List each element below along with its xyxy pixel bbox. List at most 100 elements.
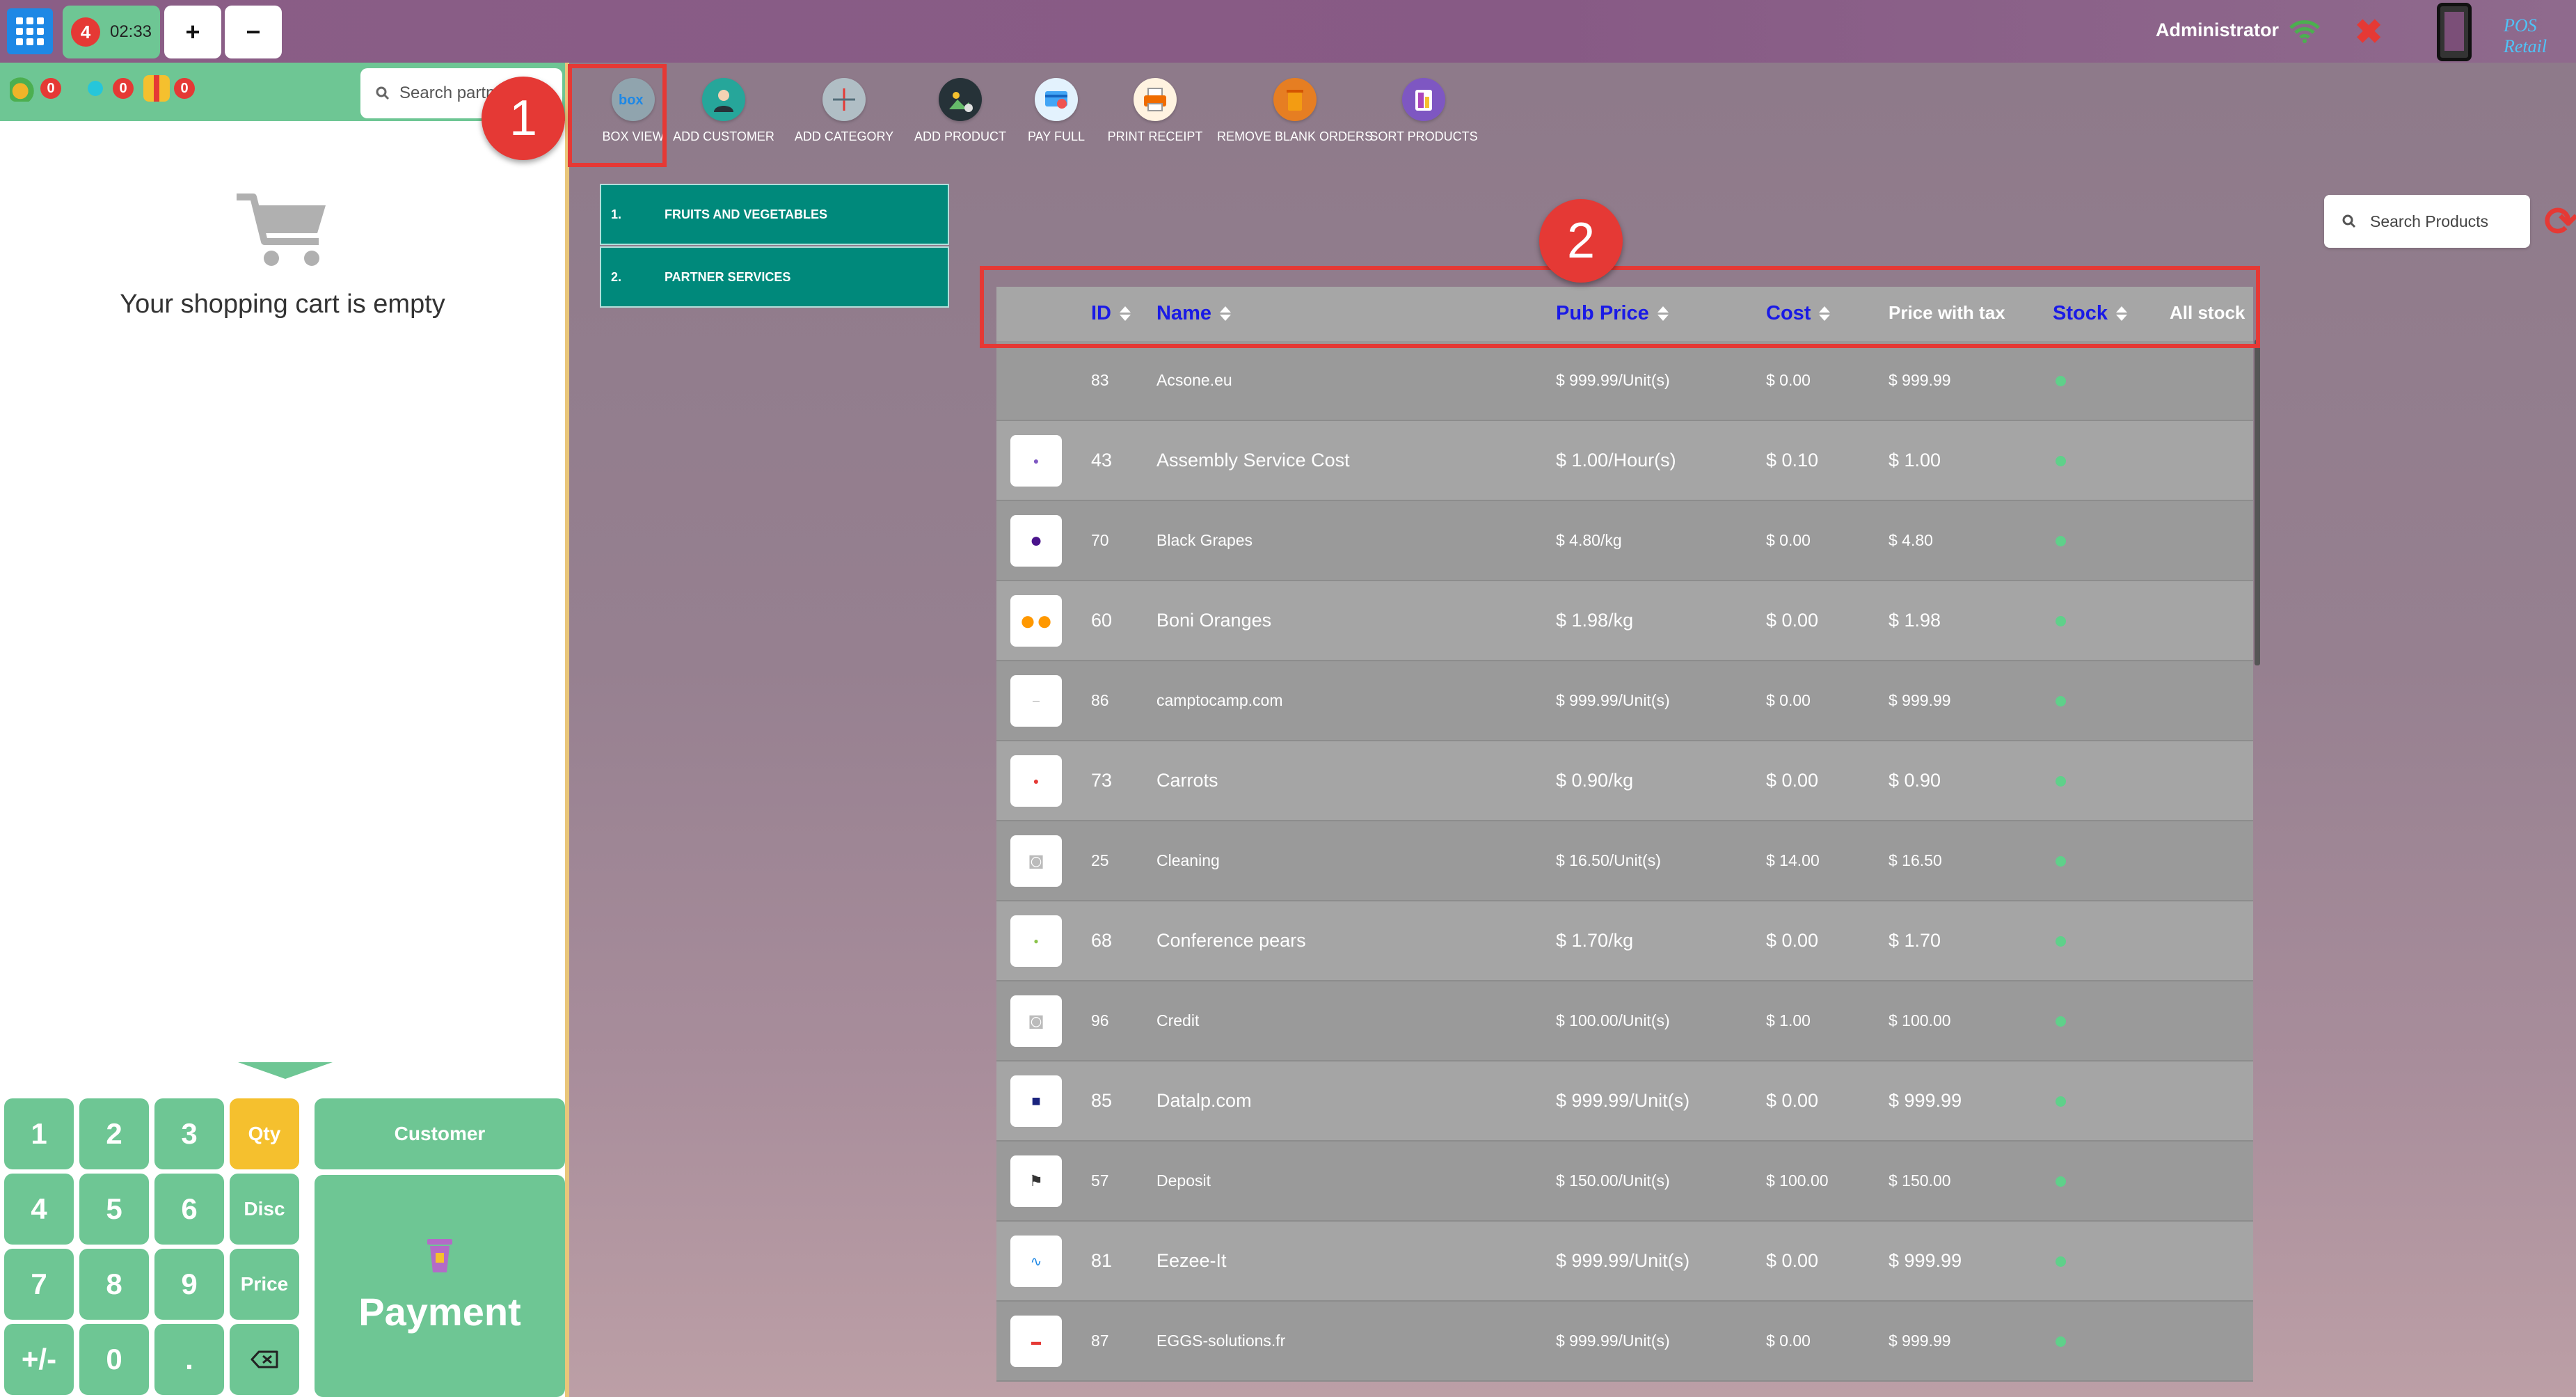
product-thumbnail: ● — [1010, 435, 1062, 487]
cell-name: Assembly Service Cost — [1156, 450, 1350, 471]
add-category-button[interactable]: ADD CATEGORY — [788, 78, 900, 144]
cell-name: Eezee-It — [1156, 1250, 1227, 1271]
grid-icon — [16, 17, 44, 45]
add-category-label: ADD CATEGORY — [794, 129, 894, 143]
table-row[interactable]: 83 Acsone.eu $ 999.99/Unit(s) $ 0.00 $ 999.9… — [996, 341, 2253, 421]
cell-pub-price: $ 1.98/kg — [1556, 610, 1634, 631]
numpad-key-dot[interactable]: . — [154, 1324, 224, 1395]
order-tab[interactable]: 4 02:33 — [63, 6, 160, 58]
cell-name: Carrots — [1156, 770, 1218, 791]
cell-pub-price: $ 4.80/kg — [1556, 531, 1622, 549]
table-row[interactable]: ⚑ 57 Deposit $ 150.00/Unit(s) $ 100.00 $ 150.… — [996, 1142, 2253, 1222]
category-partner-services[interactable]: 2. PARTNER SERVICES — [600, 246, 949, 308]
cell-id: 86 — [1091, 691, 1109, 709]
mode-qty-button[interactable]: Qty — [230, 1098, 299, 1169]
table-row[interactable]: ◙ 25 Cleaning $ 16.50/Unit(s) $ 14.00 $ 16.50 — [996, 821, 2253, 901]
category-index: 2. — [611, 269, 622, 284]
add-customer-button[interactable]: ADD CUSTOMER — [668, 78, 779, 144]
empty-cart: Your shopping cart is empty — [0, 191, 565, 319]
payment-button[interactable]: Payment — [315, 1175, 565, 1397]
cell-cost: $ 0.00 — [1766, 930, 1819, 951]
mode-disc-button[interactable]: Disc — [230, 1174, 299, 1245]
numpad-key-0[interactable]: 0 — [79, 1324, 149, 1395]
cell-pub-price: $ 1.00/Hour(s) — [1556, 450, 1676, 471]
remove-blank-orders-button[interactable]: REMOVE BLANK ORDERS — [1217, 78, 1373, 144]
cell-price-with-tax: $ 0.90 — [1889, 770, 1941, 791]
table-row[interactable]: ◙ 96 Credit $ 100.00/Unit(s) $ 1.00 $ 100.00 — [996, 981, 2253, 1061]
table-scrollbar[interactable] — [2255, 340, 2260, 665]
numpad-key-7[interactable]: 7 — [4, 1249, 74, 1320]
numpad-key-2[interactable]: 2 — [79, 1098, 149, 1169]
numpad-key-1[interactable]: 1 — [4, 1098, 74, 1169]
product-search-input[interactable] — [2370, 212, 2523, 231]
add-product-button[interactable]: ADD PRODUCT — [905, 78, 1016, 144]
pay-full-icon — [1035, 78, 1078, 121]
pay-full-button[interactable]: PAY FULL — [1001, 78, 1112, 144]
payment-label: Payment — [358, 1290, 521, 1334]
table-row[interactable]: ● 43 Assembly Service Cost $ 1.00/Hour(s) $ … — [996, 421, 2253, 501]
numpad-key-5[interactable]: 5 — [79, 1174, 149, 1245]
product-thumbnail: ● — [1010, 915, 1062, 967]
numpad-key-6[interactable]: 6 — [154, 1174, 224, 1245]
customer-button[interactable]: Customer — [315, 1098, 565, 1169]
table-row[interactable]: — 86 camptocamp.com $ 999.99/Unit(s) $ 0.00 $… — [996, 661, 2253, 741]
user-name[interactable]: Administrator — [2156, 19, 2279, 41]
close-icon[interactable]: ✖ — [2355, 13, 2383, 52]
category-name: FRUITS AND VEGETABLES — [665, 207, 828, 221]
sort-icon — [1402, 78, 1445, 121]
cell-id: 96 — [1091, 1011, 1109, 1029]
sort-products-button[interactable]: SORT PRODUCTS — [1368, 78, 1479, 144]
table-row[interactable]: ● 73 Carrots $ 0.90/kg $ 0.00 $ 0.90 — [996, 741, 2253, 821]
collapse-arrow-icon[interactable] — [238, 1062, 333, 1079]
cell-price-with-tax: $ 1.98 — [1889, 610, 1941, 631]
mobile-device-icon[interactable] — [2437, 3, 2472, 61]
print-receipt-button[interactable]: PRINT RECEIPT — [1099, 78, 1211, 144]
stock-status-dot — [2056, 1256, 2066, 1267]
highlight-table-header — [980, 266, 2260, 348]
cell-id: 70 — [1091, 531, 1109, 549]
apps-menu-button[interactable] — [7, 8, 53, 54]
cell-price-with-tax: $ 1.70 — [1889, 930, 1941, 951]
cell-pub-price: $ 999.99/Unit(s) — [1556, 691, 1670, 709]
cell-pub-price: $ 0.90/kg — [1556, 770, 1634, 791]
refresh-icon[interactable]: ⟳ — [2544, 198, 2576, 245]
cell-cost: $ 0.00 — [1766, 610, 1819, 631]
category-index: 1. — [611, 207, 622, 221]
top-bar: 4 02:33 + − Administrator ✖ POS Retail — [0, 0, 2576, 63]
cell-id: 85 — [1091, 1090, 1113, 1111]
numpad-key-4[interactable]: 4 — [4, 1174, 74, 1245]
loyalty-stat[interactable]: 0 — [10, 75, 61, 102]
cell-cost: $ 0.00 — [1766, 1332, 1811, 1350]
backspace-button[interactable] — [230, 1324, 299, 1395]
table-row[interactable]: ∿ 81 Eezee-It $ 999.99/Unit(s) $ 0.00 $ 999.9… — [996, 1222, 2253, 1302]
product-thumbnail: — — [1010, 675, 1062, 727]
remove-order-button[interactable]: − — [225, 6, 282, 58]
stock-status-dot — [2056, 696, 2066, 707]
numpad-key-plusminus[interactable]: +/- — [4, 1324, 74, 1395]
category-name: PARTNER SERVICES — [665, 269, 791, 284]
numpad-key-9[interactable]: 9 — [154, 1249, 224, 1320]
table-row[interactable]: ● 70 Black Grapes $ 4.80/kg $ 0.00 $ 4.80 — [996, 501, 2253, 581]
left-panel-header: 0 0 0 — [0, 63, 565, 121]
cell-cost: $ 1.00 — [1766, 1011, 1811, 1029]
mode-price-button[interactable]: Price — [230, 1249, 299, 1320]
add-order-button[interactable]: + — [164, 6, 221, 58]
add-product-label: ADD PRODUCT — [914, 129, 1006, 143]
gift-stat[interactable]: 0 — [143, 75, 195, 102]
cell-name: Acsone.eu — [1156, 371, 1232, 389]
table-row[interactable]: ■ 85 Datalp.com $ 999.99/Unit(s) $ 0.00 $ 999… — [996, 1061, 2253, 1142]
table-row[interactable]: ▬ 87 EGGS-solutions.fr $ 999.99/Unit(s) $ 0.… — [996, 1302, 2253, 1382]
product-search[interactable] — [2324, 195, 2530, 248]
numpad-key-3[interactable]: 3 — [154, 1098, 224, 1169]
promotion-stat[interactable]: 0 — [82, 75, 134, 102]
table-row[interactable]: ● 68 Conference pears $ 1.70/kg $ 0.00 $ 1.70 — [996, 901, 2253, 981]
stock-status-dot — [2056, 1096, 2066, 1107]
cell-cost: $ 100.00 — [1766, 1171, 1829, 1190]
product-thumbnail: ● — [1010, 515, 1062, 567]
category-fruits-and-vegetables[interactable]: 1. FRUITS AND VEGETABLES — [600, 184, 949, 245]
cell-pub-price: $ 999.99/Unit(s) — [1556, 1090, 1690, 1111]
numpad-key-8[interactable]: 8 — [79, 1249, 149, 1320]
cell-price-with-tax: $ 16.50 — [1889, 851, 1942, 869]
table-row[interactable]: ●● 60 Boni Oranges $ 1.98/kg $ 0.00 $ 1.98 — [996, 581, 2253, 661]
cell-price-with-tax: $ 4.80 — [1889, 531, 1933, 549]
